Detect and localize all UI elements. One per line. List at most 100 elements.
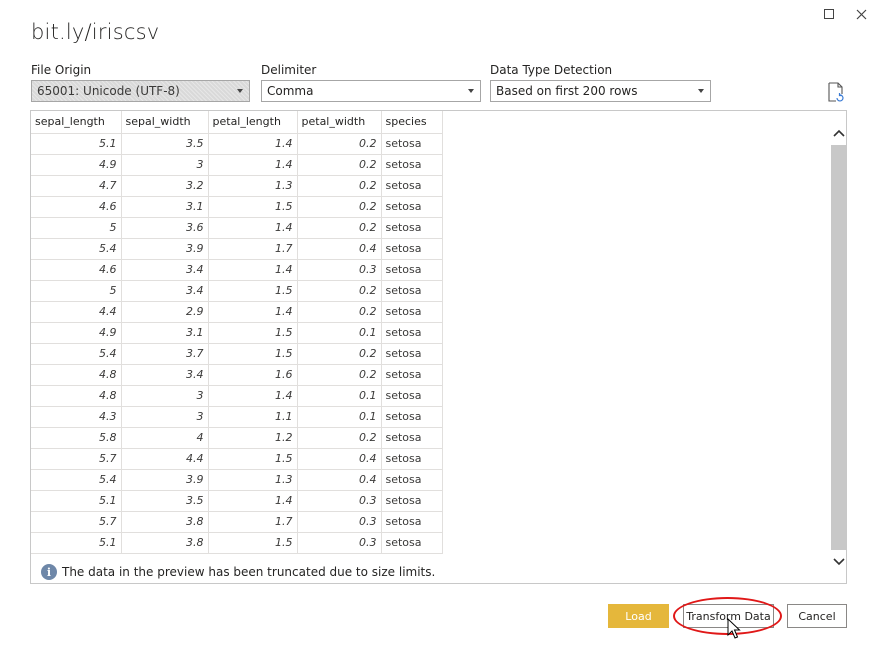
cell-species: setosa (381, 385, 443, 407)
cell-sepal-length: 5.7 (31, 448, 122, 470)
table-row: 5.7 3.8 1.7 0.3 setosa (31, 511, 443, 533)
cell-sepal-length: 5.1 (31, 133, 122, 155)
cell-sepal-width: 3.6 (121, 217, 209, 239)
cell-petal-length: 1.4 (208, 385, 298, 407)
cell-petal-length: 1.3 (208, 469, 298, 491)
scrollbar-thumb[interactable] (831, 145, 846, 550)
cell-petal-length: 1.5 (208, 322, 298, 344)
table-row: 4.3 3 1.1 0.1 setosa (31, 406, 443, 428)
delimiter-value: Comma (267, 84, 314, 98)
cell-species: setosa (381, 238, 443, 260)
table-row: 4.7 3.2 1.3 0.2 setosa (31, 175, 443, 197)
cell-sepal-width: 3.1 (121, 196, 209, 218)
cell-petal-width: 0.2 (297, 196, 382, 218)
table-body: 5.1 3.5 1.4 0.2 setosa 4.9 3 1.4 0.2 setosa 4.7 3.2… (31, 133, 443, 554)
cell-sepal-length: 5.1 (31, 532, 122, 554)
cell-sepal-length: 4.8 (31, 364, 122, 386)
data-preview-table: sepal_length sepal_width petal_length pe… (31, 111, 443, 554)
cell-petal-length: 1.4 (208, 154, 298, 176)
chevron-down-icon (237, 89, 243, 93)
table-row: 5.4 3.9 1.7 0.4 setosa (31, 238, 443, 260)
cell-petal-length: 1.5 (208, 280, 298, 302)
table-row: 5.4 3.7 1.5 0.2 setosa (31, 343, 443, 365)
cell-sepal-width: 3 (121, 154, 209, 176)
scroll-down-button[interactable] (830, 552, 847, 572)
cell-sepal-length: 5.4 (31, 238, 122, 260)
cell-petal-width: 0.3 (297, 259, 382, 281)
cell-petal-width: 0.3 (297, 532, 382, 554)
cell-petal-length: 1.5 (208, 196, 298, 218)
table-row: 4.8 3.4 1.6 0.2 setosa (31, 364, 443, 386)
cell-sepal-width: 3 (121, 406, 209, 428)
cell-sepal-length: 4.9 (31, 322, 122, 344)
cell-species: setosa (381, 490, 443, 512)
cell-sepal-width: 3.8 (121, 532, 209, 554)
delimiter-select[interactable]: Comma (261, 80, 481, 102)
cell-species: setosa (381, 448, 443, 470)
cell-sepal-width: 3.4 (121, 364, 209, 386)
cell-petal-length: 1.7 (208, 238, 298, 260)
cell-petal-width: 0.2 (297, 343, 382, 365)
cell-species: setosa (381, 322, 443, 344)
cell-petal-length: 1.5 (208, 343, 298, 365)
cell-sepal-length: 5.1 (31, 490, 122, 512)
transform-data-button[interactable]: Transform Data (683, 604, 774, 628)
table-row: 5.4 3.9 1.3 0.4 setosa (31, 469, 443, 491)
cell-species: setosa (381, 280, 443, 302)
table-row: 5 3.6 1.4 0.2 setosa (31, 217, 443, 239)
dialog-title: bit.ly/iriscsv (31, 20, 160, 44)
header-row: sepal_length sepal_width petal_length pe… (31, 111, 443, 134)
file-origin-select[interactable]: 65001: Unicode (UTF-8) (31, 80, 250, 102)
cell-sepal-length: 4.6 (31, 259, 122, 281)
cell-sepal-width: 4 (121, 427, 209, 449)
delimiter-label: Delimiter (261, 63, 317, 77)
cell-petal-width: 0.1 (297, 406, 382, 428)
table-row: 5.7 4.4 1.5 0.4 setosa (31, 448, 443, 470)
cell-species: setosa (381, 196, 443, 218)
table-row: 5.8 4 1.2 0.2 setosa (31, 427, 443, 449)
table-row: 4.4 2.9 1.4 0.2 setosa (31, 301, 443, 323)
cell-sepal-width: 3.5 (121, 490, 209, 512)
maximize-button[interactable] (818, 4, 840, 24)
truncation-notice: i The data in the preview has been trunc… (41, 564, 435, 580)
cell-species: setosa (381, 364, 443, 386)
cell-sepal-width: 3.9 (121, 469, 209, 491)
scroll-up-button[interactable] (830, 123, 847, 143)
refresh-document-icon[interactable] (827, 82, 845, 102)
table-row: 5 3.4 1.5 0.2 setosa (31, 280, 443, 302)
cell-species: setosa (381, 532, 443, 554)
cancel-button[interactable]: Cancel (787, 604, 847, 628)
cell-petal-width: 0.2 (297, 427, 382, 449)
cell-petal-length: 1.4 (208, 217, 298, 239)
cell-sepal-length: 5.4 (31, 469, 122, 491)
csv-import-dialog: bit.ly/iriscsv File Origin 65001: Unicod… (0, 0, 877, 657)
cell-sepal-width: 3.1 (121, 322, 209, 344)
cell-petal-width: 0.2 (297, 364, 382, 386)
cell-petal-length: 1.1 (208, 406, 298, 428)
maximize-icon (824, 9, 834, 19)
cell-petal-length: 1.2 (208, 427, 298, 449)
cell-petal-width: 0.2 (297, 301, 382, 323)
cell-petal-width: 0.4 (297, 238, 382, 260)
chevron-down-icon (832, 558, 845, 566)
type-detection-label: Data Type Detection (490, 63, 613, 77)
chevron-down-icon (698, 89, 704, 93)
cell-species: setosa (381, 259, 443, 281)
vertical-scrollbar[interactable] (830, 123, 847, 573)
cell-species: setosa (381, 175, 443, 197)
cell-petal-length: 1.5 (208, 448, 298, 470)
close-icon (856, 9, 866, 19)
table-row: 4.9 3 1.4 0.2 setosa (31, 154, 443, 176)
cell-sepal-length: 5.7 (31, 511, 122, 533)
cell-petal-width: 0.4 (297, 448, 382, 470)
cell-species: setosa (381, 469, 443, 491)
close-button[interactable] (850, 4, 872, 24)
file-origin-value: 65001: Unicode (UTF-8) (37, 84, 180, 98)
type-detection-select[interactable]: Based on first 200 rows (490, 80, 711, 102)
cell-petal-width: 0.4 (297, 469, 382, 491)
cell-petal-width: 0.2 (297, 175, 382, 197)
cell-sepal-length: 5.8 (31, 427, 122, 449)
load-button[interactable]: Load (608, 604, 669, 628)
cell-species: setosa (381, 133, 443, 155)
cell-sepal-length: 4.9 (31, 154, 122, 176)
